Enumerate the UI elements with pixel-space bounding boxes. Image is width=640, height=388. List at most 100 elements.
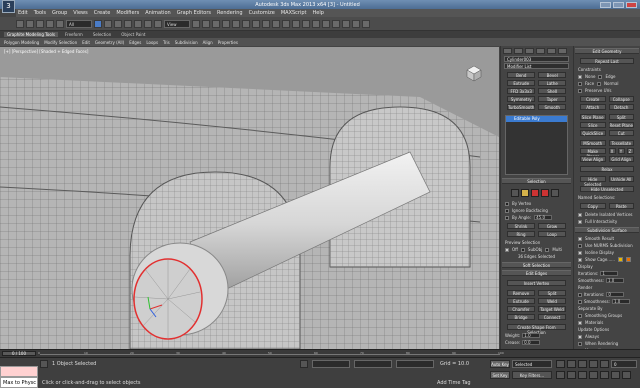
constraint-none-radio[interactable] [578,74,582,79]
zoom-all-icon[interactable] [567,371,576,379]
motion-tab-icon[interactable] [536,48,545,54]
full-interactivity-checkbox[interactable] [578,219,582,224]
maximize-icon[interactable] [613,1,624,8]
add-time-tag-text[interactable]: Add Time Tag [437,380,471,386]
perspective-viewport[interactable]: [+] [Perspective] [Shaded + Edged Faces] [0,47,499,349]
next-frame-icon[interactable] [589,360,598,368]
ribbon-properties[interactable]: Properties [218,40,238,45]
close-icon[interactable] [626,1,637,8]
unlink-icon[interactable] [46,19,54,28]
tab-freeform[interactable]: Freeform [62,32,86,37]
move-icon[interactable] [134,19,142,28]
z-coordinate-field[interactable] [396,360,434,368]
maxscript-mini-listener[interactable]: Max to Physc [0,377,38,388]
polygon-mode-icon[interactable] [541,189,549,197]
pan-view-icon[interactable] [600,371,609,379]
create-shape-button[interactable]: Create Shape From Selection [507,324,566,335]
loop-button[interactable]: Loop [538,231,566,237]
ribbon-edges[interactable]: Edges [129,40,141,45]
split-checkbox-button[interactable]: Split [608,114,634,120]
materials-row[interactable]: Materials [574,319,640,326]
menu-create[interactable]: Create [94,10,111,16]
slice-plane-button[interactable]: Slice Plane [580,114,606,120]
cut-button[interactable]: Cut [608,130,634,136]
element-mode-icon[interactable] [551,189,559,197]
render-smoothness-field[interactable]: 1.0 [611,299,630,304]
use-nurms-checkbox[interactable] [578,243,582,248]
layer-icon[interactable] [40,360,48,368]
menu-graph-editors[interactable]: Graph Editors [177,10,211,16]
menu-views[interactable]: Views [73,10,87,16]
crease-field[interactable]: 0.0 [522,340,541,345]
object-name-field[interactable]: Cylinder003 [504,56,569,62]
relax-button[interactable]: Relax [580,166,634,172]
subdivision-surface-rollout[interactable]: Subdivision Surface [575,227,639,233]
full-interactivity-row[interactable]: Full Interactivity [574,218,640,225]
ignore-backfacing-checkbox[interactable] [505,208,509,213]
x-coordinate-field[interactable] [312,360,350,368]
ribbon-polygon-modeling[interactable]: Polygon Modeling [4,40,39,45]
reset-plane-button[interactable]: Reset Plane [608,122,634,128]
grow-button[interactable]: Grow [538,223,566,229]
use-nurms-row[interactable]: Use NURMS Subdivision [574,242,640,249]
collapse-button[interactable]: Collapse [608,96,634,102]
menu-tools[interactable]: Tools [34,10,46,16]
preserve-uvs-row[interactable]: Preserve UVs [574,87,640,94]
bind-space-warp-icon[interactable] [56,19,64,28]
unhide-all-button[interactable]: Unhide All [608,176,634,182]
window-crossing-icon[interactable] [124,19,132,28]
border-mode-icon[interactable] [531,189,539,197]
weld-button[interactable]: Weld [538,298,566,304]
display-iterations-field[interactable]: 1 [600,271,619,276]
align-icon[interactable] [282,19,290,28]
selected-set-dropdown[interactable]: Selected [512,360,552,368]
preview-multi-radio[interactable] [545,247,550,252]
render-smoothness-checkbox[interactable] [578,299,582,304]
modifier-extrude-button[interactable]: Extrude [507,80,536,86]
update-rendering-row[interactable]: When Rendering [574,340,640,347]
previous-frame-icon[interactable] [567,360,576,368]
smoothing-groups-checkbox[interactable] [578,313,582,318]
by-angle-row[interactable]: By Angle: 45.0 [501,214,572,221]
goto-start-icon[interactable] [556,360,565,368]
ribbon-edit[interactable]: Edit [82,40,90,45]
menu-animation[interactable]: Animation [145,10,171,16]
smooth-result-checkbox[interactable] [578,236,582,241]
display-smoothness-field[interactable]: 1.0 [605,278,624,283]
connect-button[interactable]: Connect [538,314,566,320]
app-logo-icon[interactable]: 3 [2,0,15,13]
lock-selection-icon[interactable] [300,360,308,368]
copy-button[interactable]: Copy [580,203,606,209]
auto-key-button[interactable]: Auto Key [490,360,510,368]
tab-selection[interactable]: Selection [90,32,114,37]
maxscript-listener-output[interactable] [0,366,38,377]
ignore-backfacing-row[interactable]: Ignore Backfacing [501,207,572,214]
redo-icon[interactable] [26,19,34,28]
update-always-radio[interactable] [578,334,582,339]
goto-end-icon[interactable] [600,360,609,368]
shrink-button[interactable]: Shrink [507,223,535,229]
constraint-face-radio[interactable] [578,81,582,86]
menu-customize[interactable]: Customize [249,10,275,16]
bridge-button[interactable]: Bridge [507,314,535,320]
update-rendering-radio[interactable] [578,341,582,346]
render-production-icon[interactable] [362,19,370,28]
isoline-display-checkbox[interactable] [578,250,582,255]
modify-tab-icon[interactable] [514,48,523,54]
by-vertex-row[interactable]: By Vertex [501,200,572,207]
preview-subobj-radio[interactable] [520,247,525,252]
repeat-last-button[interactable]: Repeat Last [580,58,634,64]
modifier-symmetry-button[interactable]: Symmetry [507,96,536,102]
curve-editor-icon[interactable] [312,19,320,28]
render-iterations-field[interactable]: 0 [606,292,625,297]
orbit-icon[interactable] [611,371,620,379]
cage-color-swatch[interactable] [617,257,623,262]
chamfer-button[interactable]: Chamfer [507,306,535,312]
remove-button[interactable]: Remove [507,290,535,296]
split-button[interactable]: Split [538,290,566,296]
preview-off-radio[interactable] [505,247,509,252]
viewport-label[interactable]: [+] [Perspective] [Shaded + Edged Faces] [4,49,88,54]
show-cage-row[interactable]: Show Cage...... [574,256,640,263]
hierarchy-tab-icon[interactable] [525,48,534,54]
reference-coordinate-dropdown[interactable]: View [164,19,190,28]
